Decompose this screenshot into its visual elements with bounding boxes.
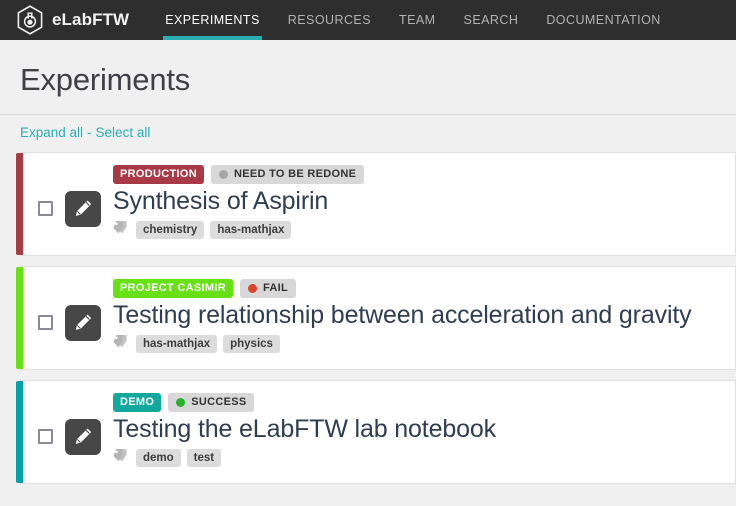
category-accent-bar bbox=[16, 380, 23, 483]
nav-item-label: EXPERIMENTS bbox=[165, 13, 260, 27]
status-dot-icon bbox=[247, 283, 257, 293]
expand-all-link[interactable]: Expand all bbox=[20, 125, 83, 140]
top-navbar: eLabFTW EXPERIMENTS RESOURCES TEAM SEARC… bbox=[0, 0, 736, 40]
experiment-title[interactable]: Testing relationship between acceleratio… bbox=[113, 300, 719, 331]
badge-row: PROJECT CASIMIR FAIL bbox=[113, 278, 719, 298]
nav-item-label: DOCUMENTATION bbox=[546, 13, 661, 27]
status-label: FAIL bbox=[262, 282, 289, 295]
status-dot-icon bbox=[176, 397, 186, 407]
status-badge[interactable]: SUCCESS bbox=[168, 392, 255, 412]
badge-row: DEMO SUCCESS bbox=[113, 392, 719, 412]
select-experiment-checkbox[interactable] bbox=[38, 429, 53, 445]
status-dot-icon bbox=[218, 169, 228, 179]
tag-pill[interactable]: has-mathjax bbox=[210, 220, 292, 239]
status-label: SUCCESS bbox=[191, 396, 247, 409]
category-badge[interactable]: DEMO bbox=[113, 392, 162, 412]
edit-experiment-button[interactable] bbox=[65, 190, 101, 227]
tag-pill[interactable]: has-mathjax bbox=[136, 334, 218, 353]
status-badge[interactable]: FAIL bbox=[239, 278, 297, 298]
brand-logo-link[interactable]: eLabFTW bbox=[16, 0, 151, 40]
tags-icon bbox=[113, 334, 130, 354]
tags-icon bbox=[113, 220, 130, 240]
tag-row: has-mathjax physics bbox=[113, 334, 719, 354]
card-body: PRODUCTION NEED TO BE REDONE Synthesis o… bbox=[101, 164, 719, 240]
card-body: PROJECT CASIMIR FAIL Testing relationshi… bbox=[101, 278, 719, 354]
nav-item-label: TEAM bbox=[399, 13, 436, 27]
category-badge[interactable]: PROJECT CASIMIR bbox=[113, 278, 233, 298]
tag-pill[interactable]: test bbox=[186, 448, 222, 467]
tag-pill[interactable]: physics bbox=[223, 334, 280, 353]
experiment-card[interactable]: DEMO SUCCESS Testing the eLabFTW lab not… bbox=[16, 379, 736, 484]
edit-experiment-button[interactable] bbox=[65, 418, 101, 455]
main-nav: EXPERIMENTS RESOURCES TEAM SEARCH DOCUME… bbox=[151, 0, 675, 40]
action-separator: - bbox=[87, 124, 92, 140]
tag-row: chemistry has-mathjax bbox=[113, 220, 719, 240]
experiment-title[interactable]: Testing the eLabFTW lab notebook bbox=[113, 414, 719, 445]
page-header: Experiments bbox=[0, 40, 736, 115]
nav-item-experiments[interactable]: EXPERIMENTS bbox=[151, 0, 274, 40]
tag-row: demo test bbox=[113, 448, 719, 468]
tags-icon bbox=[113, 448, 130, 468]
select-experiment-checkbox[interactable] bbox=[38, 315, 53, 331]
status-label: NEED TO BE REDONE bbox=[233, 168, 357, 181]
card-controls bbox=[38, 393, 101, 455]
list-action-bar: Expand all - Select all bbox=[0, 115, 736, 152]
select-all-link[interactable]: Select all bbox=[96, 125, 151, 140]
pencil-icon bbox=[74, 427, 93, 446]
tag-pill[interactable]: demo bbox=[136, 448, 181, 467]
nav-item-search[interactable]: SEARCH bbox=[450, 0, 533, 40]
category-badge[interactable]: PRODUCTION bbox=[113, 164, 204, 184]
tag-pill[interactable]: chemistry bbox=[136, 220, 205, 239]
experiment-title[interactable]: Synthesis of Aspirin bbox=[113, 186, 719, 217]
brand-name: eLabFTW bbox=[52, 10, 130, 29]
nav-item-label: SEARCH bbox=[463, 13, 519, 27]
nav-item-label: RESOURCES bbox=[287, 13, 371, 27]
edit-experiment-button[interactable] bbox=[65, 304, 101, 341]
card-controls bbox=[38, 279, 101, 341]
card-controls bbox=[38, 165, 101, 227]
select-experiment-checkbox[interactable] bbox=[38, 201, 53, 217]
experiment-list: PRODUCTION NEED TO BE REDONE Synthesis o… bbox=[0, 151, 736, 484]
card-body: DEMO SUCCESS Testing the eLabFTW lab not… bbox=[101, 392, 719, 468]
experiment-card[interactable]: PRODUCTION NEED TO BE REDONE Synthesis o… bbox=[16, 151, 736, 256]
experiment-card[interactable]: PROJECT CASIMIR FAIL Testing relationshi… bbox=[16, 265, 736, 370]
nav-item-team[interactable]: TEAM bbox=[385, 0, 450, 40]
nav-item-documentation[interactable]: DOCUMENTATION bbox=[532, 0, 674, 40]
pencil-icon bbox=[74, 199, 93, 218]
pencil-icon bbox=[74, 313, 93, 332]
status-badge[interactable]: NEED TO BE REDONE bbox=[210, 164, 365, 184]
category-accent-bar bbox=[16, 266, 23, 369]
elabftw-logo-icon bbox=[16, 5, 44, 35]
badge-row: PRODUCTION NEED TO BE REDONE bbox=[113, 164, 719, 184]
nav-item-resources[interactable]: RESOURCES bbox=[274, 0, 385, 40]
page-title: Experiments bbox=[20, 62, 191, 97]
category-accent-bar bbox=[16, 152, 23, 255]
